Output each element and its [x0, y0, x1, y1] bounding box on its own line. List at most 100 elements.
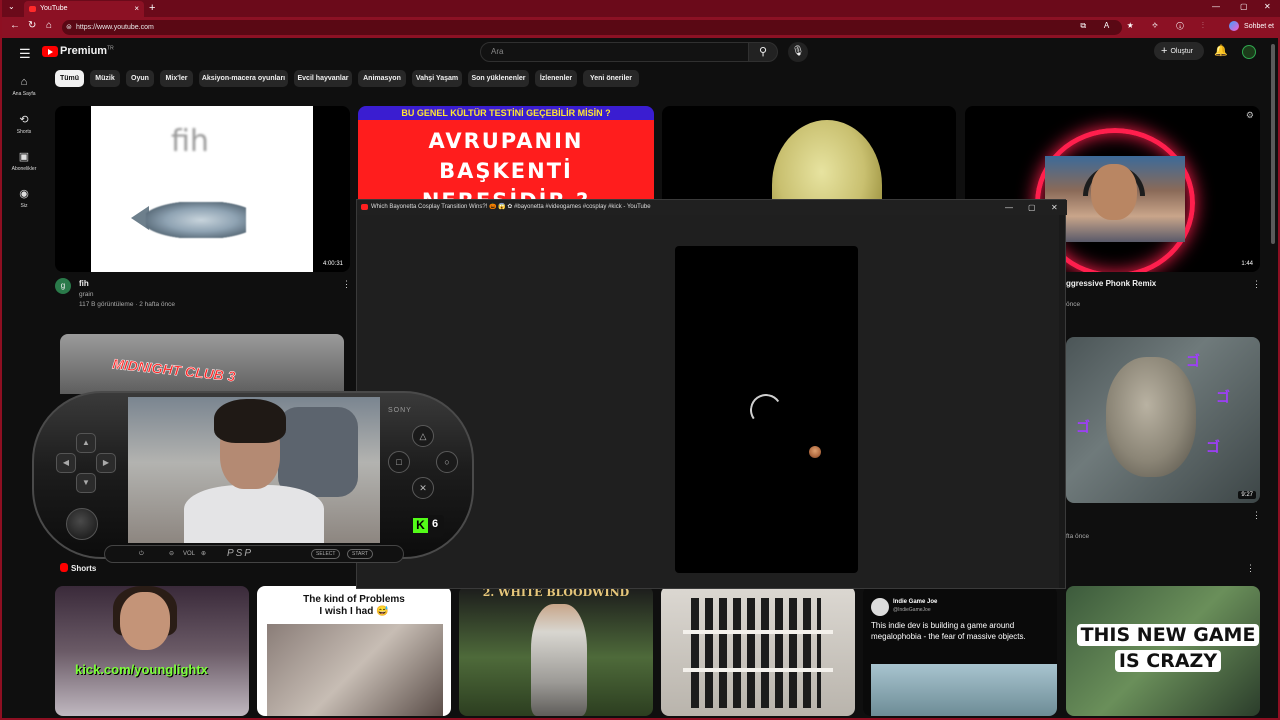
youtube-header: ☰ PremiumTR Ara ⚲ 🎙 + Oluştur 🔔: [2, 38, 1272, 68]
character-head: [1106, 357, 1196, 477]
video-title[interactable]: fih: [79, 279, 89, 288]
dpad-down-icon: ▼: [76, 473, 96, 493]
chip-pets[interactable]: Evcil hayvanlar: [294, 70, 352, 87]
popup-titlebar[interactable]: Which Bayonetta Cosplay Transition Wins?…: [357, 200, 1067, 215]
chip-all[interactable]: Tümü: [55, 70, 84, 87]
plus-icon: +: [1161, 45, 1168, 57]
voice-search-button[interactable]: 🎙: [788, 42, 808, 62]
extension-icons[interactable]: ⧉ A ★ ✧ ⓘ ⋮: [1080, 21, 1212, 31]
minimize-icon[interactable]: —: [1212, 2, 1220, 11]
gaming-chair: [278, 407, 358, 497]
chip-mixes[interactable]: Mix'ler: [160, 70, 193, 87]
short-item-problems[interactable]: The kind of Problems I wish I had 😅: [257, 586, 451, 716]
dpad: ▲ ◀ ▶ ▼: [56, 433, 116, 493]
maximize-icon[interactable]: ▢: [1240, 2, 1248, 11]
short-caption: THIS NEW GAME IS CRAZY: [1076, 622, 1260, 674]
copilot-icon: [1229, 21, 1240, 31]
sidebar-item-shorts[interactable]: ⟲ Shorts: [2, 113, 46, 135]
browser-frame: ⌄ YouTube × + — ▢ ✕ ← ↻ ⌂ ⊜ https://www.…: [0, 0, 1280, 720]
psp-bottom-bar: ⏻ ⊖ VOL ⊕ PSP SELECT START: [104, 545, 404, 563]
page-scrollbar[interactable]: [1271, 44, 1275, 244]
short-item-new-game[interactable]: THIS NEW GAME IS CRAZY: [1066, 586, 1260, 716]
video-thumbnail-quiz[interactable]: BU GENEL KÜLTÜR TESTİNİ GEÇEBİLİR MİSİN …: [358, 106, 654, 200]
home-button-icon[interactable]: ⌂: [46, 20, 52, 31]
sidebar-item-subscriptions[interactable]: ▣ Abonelikler: [2, 150, 46, 172]
chat-button[interactable]: Sohbet et: [1229, 21, 1274, 31]
url-bar[interactable]: ⊜ https://www.youtube.com: [62, 20, 1122, 35]
author-avatar: [871, 598, 889, 616]
back-icon[interactable]: ←: [10, 20, 20, 31]
thumbnail-image: fih: [91, 106, 313, 272]
chip-wildlife[interactable]: Vahşi Yaşam: [412, 70, 462, 87]
create-button[interactable]: + Oluştur: [1154, 42, 1204, 60]
more-actions-icon[interactable]: ⋮: [1252, 279, 1261, 290]
account-avatar[interactable]: [1242, 45, 1256, 59]
maximize-icon[interactable]: ▢: [1028, 200, 1036, 215]
chip-new-to-you[interactable]: Yeni öneriler: [583, 70, 639, 87]
settings-gear-icon: ⚙: [1245, 110, 1254, 120]
more-actions-icon[interactable]: ⋮: [342, 279, 351, 290]
video-thumbnail-leon[interactable]: ゴ ゴ ゴ ゴ 9:27: [1066, 337, 1260, 503]
playstation-icon: ⏻: [139, 551, 144, 557]
new-tab-button[interactable]: +: [149, 0, 155, 16]
chip-action-adventure[interactable]: Aksiyon-macera oyunları: [199, 70, 288, 87]
select-label: SELECT: [311, 549, 341, 559]
close-tab-icon[interactable]: ×: [134, 1, 139, 17]
short-item-indie-dev[interactable]: Indie Game Joe @IndieGameJoe This indie …: [863, 586, 1057, 716]
url-text: https://www.youtube.com: [76, 24, 154, 31]
minimize-icon[interactable]: —: [1005, 200, 1013, 215]
circle-icon: ○: [436, 451, 458, 473]
shirt: [184, 485, 324, 543]
thumbnail-banner: BU GENEL KÜLTÜR TESTİNİ GEÇEBİLİR MİSİN …: [358, 106, 654, 120]
short-item-stream[interactable]: kick.com/younglightx: [55, 586, 249, 716]
tab-strip: ⌄ YouTube × + — ▢ ✕: [2, 0, 1280, 17]
chip-recently-uploaded[interactable]: Son yüklenenler: [468, 70, 529, 87]
duration-badge: 4:00:31: [319, 260, 346, 268]
youtube-favicon-icon: [361, 204, 368, 210]
shorts-more-icon[interactable]: ⋮: [1246, 563, 1255, 574]
menacing-symbol: ゴ: [1206, 439, 1220, 455]
channel-avatar[interactable]: g: [55, 278, 71, 294]
video-thumbnail-chip[interactable]: [662, 106, 956, 200]
chip-watched[interactable]: İzlenenler: [535, 70, 577, 87]
youtube-logo[interactable]: PremiumTR: [42, 45, 114, 57]
video-thumbnail-fih[interactable]: fih 4:00:31: [55, 106, 350, 272]
sidebar-item-home[interactable]: ⌂ Ana Sayfa: [2, 76, 46, 97]
chip-animation[interactable]: Animasyon: [358, 70, 406, 87]
video-title[interactable]: ggressive Phonk Remix: [1066, 279, 1156, 288]
close-window-icon[interactable]: ✕: [1264, 2, 1271, 11]
psp-webcam-overlay: ▲ ◀ ▶ ▼ SONY △ □ ○ ✕ K 6 ⏻ ⊖ VOL ⊕ PSP S…: [32, 385, 474, 570]
site-info-icon[interactable]: ⊜: [66, 20, 72, 35]
webcam-feed: [128, 397, 380, 543]
close-icon[interactable]: ✕: [1051, 200, 1058, 215]
caption-line-2: IS CRAZY: [1114, 650, 1222, 672]
kick-viewer-badge: K 6: [410, 515, 444, 537]
sidebar-item-you[interactable]: ◉ Siz: [2, 187, 46, 209]
more-actions-icon[interactable]: ⋮: [1252, 510, 1261, 521]
volume-down-icon: ⊖: [169, 551, 175, 557]
caption-line-1: The kind of Problems: [303, 594, 405, 605]
short-item-rack[interactable]: [661, 586, 855, 716]
channel-name[interactable]: grain: [79, 291, 93, 298]
reload-icon[interactable]: ↻: [28, 20, 36, 31]
mic-icon: 🎙: [791, 46, 805, 57]
short-item-bloodwind[interactable]: 2. WHITE BLOODWIND: [459, 586, 653, 716]
short-image: [871, 664, 1057, 716]
notifications-bell-icon[interactable]: 🔔: [1214, 44, 1228, 57]
search-button[interactable]: ⚲: [748, 42, 778, 62]
popup-scrollbar[interactable]: [1059, 215, 1065, 588]
chip-music[interactable]: Müzik: [90, 70, 120, 87]
subscriptions-icon: ▣: [18, 151, 30, 163]
tab-youtube[interactable]: YouTube ×: [24, 1, 144, 17]
psp-logo: PSP: [227, 548, 254, 559]
emoji-icon: [809, 446, 821, 458]
sidebar-label: Abonelikler: [11, 166, 37, 172]
search-input[interactable]: Ara: [480, 42, 750, 62]
potato-chip-image: [772, 120, 882, 200]
chip-gaming[interactable]: Oyun: [126, 70, 154, 87]
menu-icon[interactable]: ☰: [19, 46, 31, 62]
tab-search-icon[interactable]: ⌄: [8, 2, 15, 11]
short-caption: The kind of Problems I wish I had 😅: [257, 594, 451, 618]
kick-logo-icon: K: [413, 518, 428, 533]
home-icon: ⌂: [20, 76, 28, 88]
